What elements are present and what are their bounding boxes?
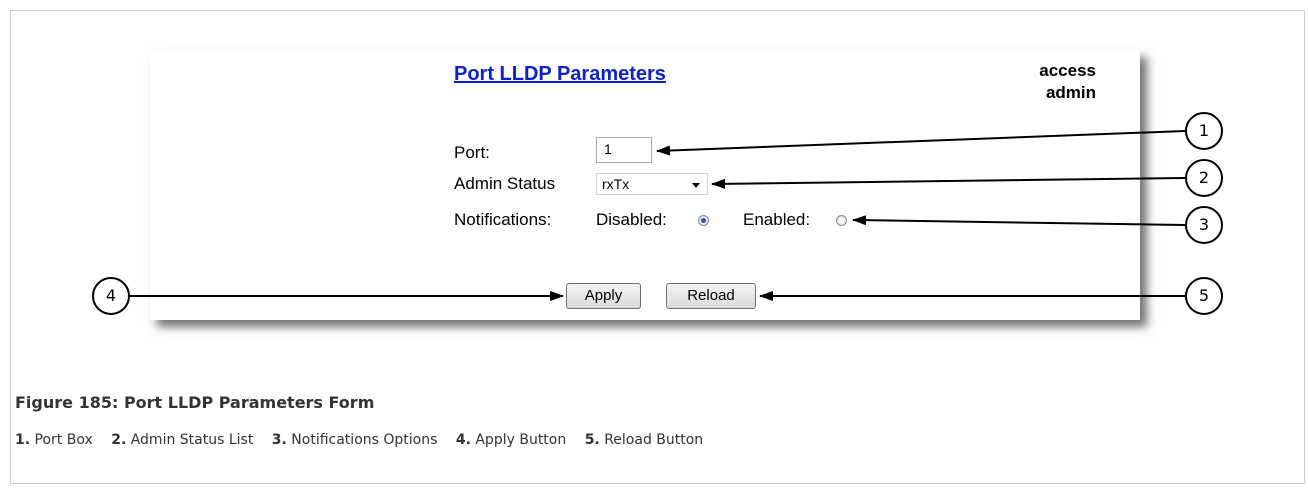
legend-item: 5. Reload Button bbox=[585, 432, 704, 448]
legend-item: 2. Admin Status List bbox=[111, 432, 253, 448]
callout-1-arrow bbox=[656, 130, 1186, 156]
figure-caption: Figure 185: Port LLDP Parameters Form bbox=[15, 393, 375, 412]
legend-text: Notifications Options bbox=[291, 432, 438, 448]
callout-3-arrow bbox=[852, 215, 1186, 226]
callout-2: 2 bbox=[1185, 159, 1223, 197]
legend-item: 4. Apply Button bbox=[456, 432, 566, 448]
legend-number: 1. bbox=[15, 432, 31, 448]
callout-2-arrow bbox=[711, 177, 1186, 189]
legend-text: Port Box bbox=[34, 432, 93, 448]
figure-legend: 1. Port Box 2. Admin Status List 3. Noti… bbox=[15, 432, 717, 448]
legend-number: 4. bbox=[455, 432, 471, 448]
callout-4: 4 bbox=[92, 277, 130, 315]
legend-text: Reload Button bbox=[604, 432, 704, 448]
legend-item: 3. Notifications Options bbox=[272, 432, 438, 448]
legend-text: Apply Button bbox=[475, 432, 567, 448]
legend-number: 3. bbox=[271, 432, 287, 448]
callout-1: 1 bbox=[1185, 112, 1223, 150]
callout-3: 3 bbox=[1185, 206, 1223, 244]
legend-number: 5. bbox=[584, 432, 600, 448]
legend-number: 2. bbox=[111, 432, 127, 448]
legend-text: Admin Status List bbox=[130, 432, 254, 448]
callout-5: 5 bbox=[1185, 277, 1223, 315]
legend-item: 1. Port Box bbox=[15, 432, 93, 448]
callout-arrows bbox=[130, 130, 1186, 301]
